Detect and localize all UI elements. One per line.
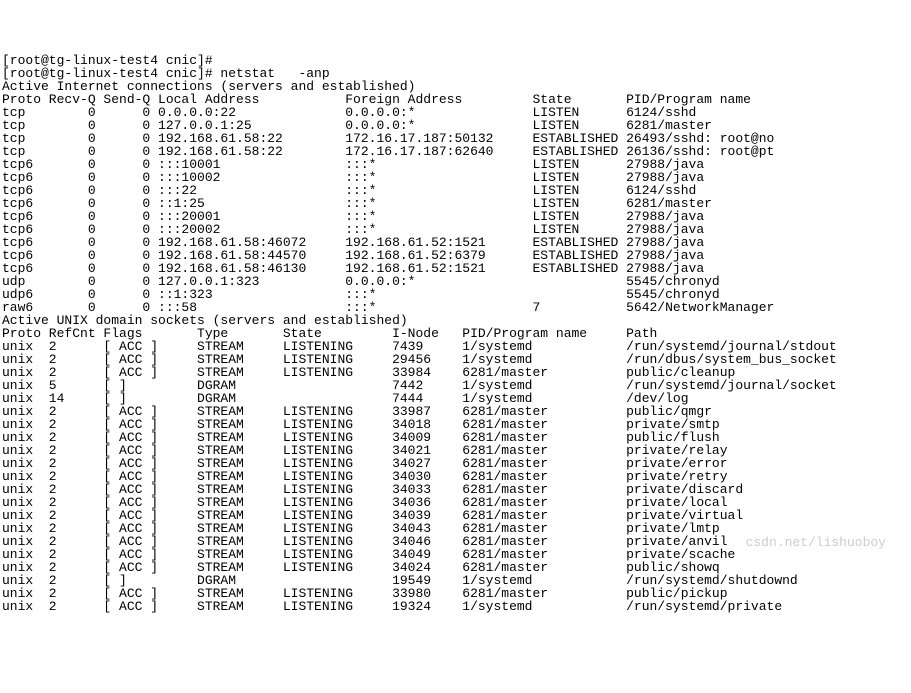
terminal-output[interactable]: [root@tg-linux-test4 cnic]# [root@tg-lin…: [2, 54, 909, 613]
